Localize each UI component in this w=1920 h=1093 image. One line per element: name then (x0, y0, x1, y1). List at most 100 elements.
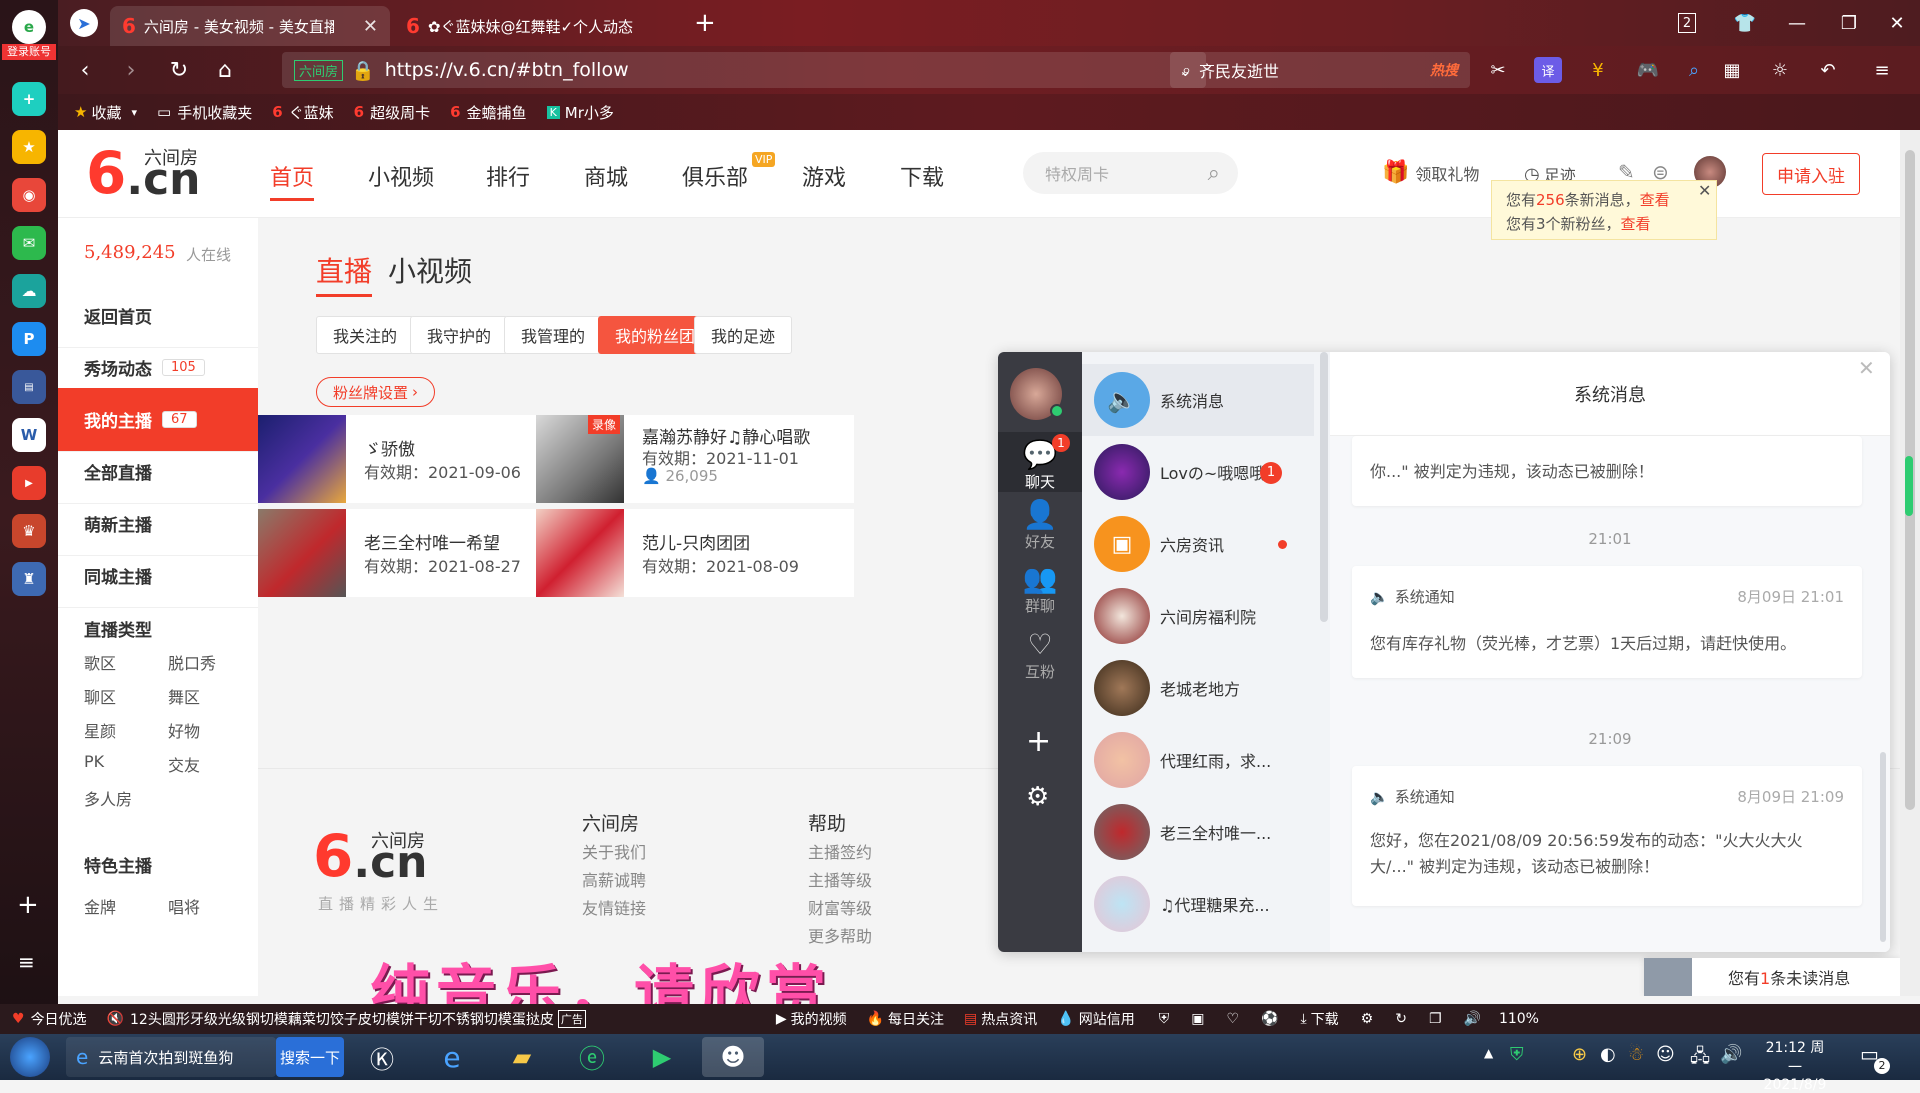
footer-link-wealth-level[interactable]: 财富等级 (808, 895, 872, 919)
tray-qq-icon[interactable]: ☃ (1628, 1044, 1644, 1065)
type-multi[interactable]: 多人房 (84, 786, 132, 810)
chat-nav-friends[interactable]: 👤 好友 (998, 498, 1082, 558)
game-app-icon[interactable]: ♛ (12, 514, 46, 548)
conversation-item[interactable]: 代理红雨，求... (1082, 724, 1314, 796)
type-friends[interactable]: 交友 (168, 752, 200, 776)
bookmark-5[interactable]: 6 金蟾捕鱼 (450, 102, 526, 123)
fan-card[interactable]: 录像 嘉瀚苏静好♫静心唱歌 有效期：2021-11-01 👤 26,095 (536, 415, 854, 503)
filter-following[interactable]: 我关注的 (316, 316, 415, 354)
image-icon[interactable]: ▣ (1191, 1011, 1204, 1027)
status-daily-follow[interactable]: 每日关注 (888, 1009, 944, 1029)
add-app-icon[interactable]: + (17, 890, 39, 920)
browser-taskbar-icon[interactable]: ⓔ (562, 1037, 622, 1077)
minimize-button[interactable]: — (1782, 8, 1812, 38)
tab-count[interactable]: 2 (1678, 13, 1696, 33)
shield-icon[interactable]: ⛨ (1159, 1011, 1170, 1027)
bookmark-favorites[interactable]: ★ 收藏 ▾ (74, 102, 137, 123)
nav-club[interactable]: 俱乐部 (682, 160, 748, 192)
zoom-level[interactable]: 110% (1499, 1011, 1539, 1027)
footer-link-sign[interactable]: 主播签约 (808, 839, 872, 863)
chat-nav-mutual[interactable]: ♡ 互粉 (998, 628, 1082, 688)
today-picks[interactable]: 今日优选 (31, 1009, 87, 1029)
start-button[interactable] (10, 1037, 50, 1077)
video-app-icon[interactable]: ▶ (12, 466, 46, 500)
player-icon[interactable]: ▶ (632, 1037, 692, 1077)
p-app-icon[interactable]: P (12, 322, 46, 356)
scissors-icon[interactable]: ✂ (1484, 57, 1512, 83)
type-talkshow[interactable]: 脱口秀 (168, 650, 216, 674)
apply-button[interactable]: 申请入驻 (1762, 153, 1860, 195)
view-link[interactable]: 查看 (1640, 191, 1670, 209)
bookmark-6[interactable]: K Mr小多 (546, 102, 614, 123)
filter-managing[interactable]: 我管理的 (504, 316, 603, 354)
conversation-item[interactable]: ♫代理糖果充... (1082, 868, 1314, 940)
bookmark-4[interactable]: 6 超级周卡 (354, 102, 430, 123)
reload-button[interactable]: ↻ (164, 55, 194, 85)
type-pk[interactable]: PK (84, 752, 104, 771)
fan-badge-settings-button[interactable]: 粉丝牌设置 › (316, 377, 436, 407)
nav-home[interactable]: 首页 (270, 160, 315, 201)
tab-live[interactable]: 直播 (316, 250, 373, 297)
heart-outline-icon[interactable]: ♡ (1226, 1011, 1239, 1027)
shield-tray-icon[interactable]: ⛨ (1510, 1044, 1524, 1065)
menu-icon[interactable]: ≡ (1868, 57, 1896, 83)
home-button[interactable]: ⌂ (210, 55, 240, 85)
game2-app-icon[interactable]: ♜ (12, 562, 46, 596)
tab-short-video[interactable]: 小视频 (388, 250, 472, 290)
nav-download[interactable]: 下载 (900, 160, 944, 192)
volume-icon[interactable]: 🔊 (1720, 1044, 1742, 1065)
tab-2[interactable]: 6 ✿ぐ蓝妹妹@红舞鞋✓个人动态 (394, 6, 654, 46)
browser-search-input[interactable]: ⌕ 齐民友逝世 热搜 (1170, 52, 1470, 88)
weibo-icon[interactable]: ◉ (12, 178, 46, 212)
coin-icon[interactable]: ¥ (1584, 57, 1612, 83)
footer-link-friends[interactable]: 友情链接 (582, 895, 646, 919)
magnifier-icon[interactable]: ⌕ (1680, 57, 1708, 83)
chat-nav-group[interactable]: 👥 群聊 (998, 562, 1082, 622)
sound-icon[interactable]: 🔊 (1464, 1011, 1481, 1027)
word-app-icon[interactable]: W (12, 418, 46, 452)
fan-card[interactable]: 范儿-只肉团团 有效期：2021-08-09 (536, 509, 854, 597)
type-song[interactable]: 歌区 (84, 650, 116, 674)
feature-singer[interactable]: 唱将 (168, 894, 200, 918)
gear-icon[interactable]: ⚙ (1026, 782, 1049, 812)
view-link[interactable]: 查看 (1621, 215, 1651, 233)
undo-icon[interactable]: ↶ (1814, 57, 1842, 83)
forward-button[interactable]: › (116, 55, 146, 85)
brightness-icon[interactable]: ☼ (1766, 57, 1794, 83)
nav-short-video[interactable]: 小视频 (368, 160, 434, 192)
translate-icon[interactable]: 译 (1534, 57, 1562, 83)
status-download[interactable]: 下载 (1311, 1009, 1339, 1029)
sidebar-item-local[interactable]: 同城主播 (58, 544, 258, 608)
conversation-item[interactable]: 老三全村唯一... (1082, 796, 1314, 868)
close-icon[interactable]: ✕ (1858, 356, 1875, 380)
gamepad-icon[interactable]: 🎮 (1634, 57, 1662, 83)
fan-card[interactable]: 老三全村唯一希望 有效期：2021-08-27 (258, 509, 576, 597)
network-icon[interactable]: 🖧 (1690, 1044, 1710, 1074)
new-tab-button[interactable]: + (694, 8, 716, 38)
message-scrollbar[interactable] (1880, 752, 1886, 942)
type-chat[interactable]: 聊区 (84, 684, 116, 708)
type-dance[interactable]: 舞区 (168, 684, 200, 708)
chat-nav-chat[interactable]: 💬 聊天 1 (998, 432, 1082, 492)
login-account-button[interactable]: 登录账号 (2, 44, 56, 60)
health-app-icon[interactable]: + (12, 82, 46, 116)
news-app-icon[interactable]: ▤ (12, 370, 46, 404)
unread-message-tip[interactable]: 您有1条未读消息 (1644, 958, 1900, 996)
footer-link-more-help[interactable]: 更多帮助 (808, 923, 872, 947)
restore-button[interactable]: ❐ (1834, 8, 1864, 38)
window-close-button[interactable]: ✕ (1882, 8, 1912, 38)
filter-guarding[interactable]: 我守护的 (410, 316, 509, 354)
conversation-item[interactable]: 🔈 系统消息 (1082, 364, 1314, 436)
favorites-star-icon[interactable]: ★ (12, 130, 46, 164)
site-logo[interactable]: 6 .cn 六间房 (86, 144, 200, 202)
news-ticker[interactable]: 12头圆形牙级光级钢切模藕菜切饺子皮切模饼干切不锈钢切模蛋挞皮 (130, 1009, 554, 1029)
hot-search-label[interactable]: 热搜 (1430, 60, 1458, 80)
footer-link-anchor-level[interactable]: 主播等级 (808, 867, 872, 891)
tab-1[interactable]: 6 六间房 - 美女视频 - 美女直播 ✕ (110, 6, 390, 46)
close-icon[interactable]: ✕ (1698, 181, 1711, 200)
search-icon[interactable]: ⌕ (1208, 161, 1220, 186)
menu-list-icon[interactable]: ≡ (18, 950, 35, 974)
window-icon[interactable]: ❐ (1429, 1011, 1442, 1027)
bookmark-mobile[interactable]: ▭ 手机收藏夹 (157, 102, 252, 123)
gift-link[interactable]: 🎁 领取礼物 (1382, 160, 1479, 185)
